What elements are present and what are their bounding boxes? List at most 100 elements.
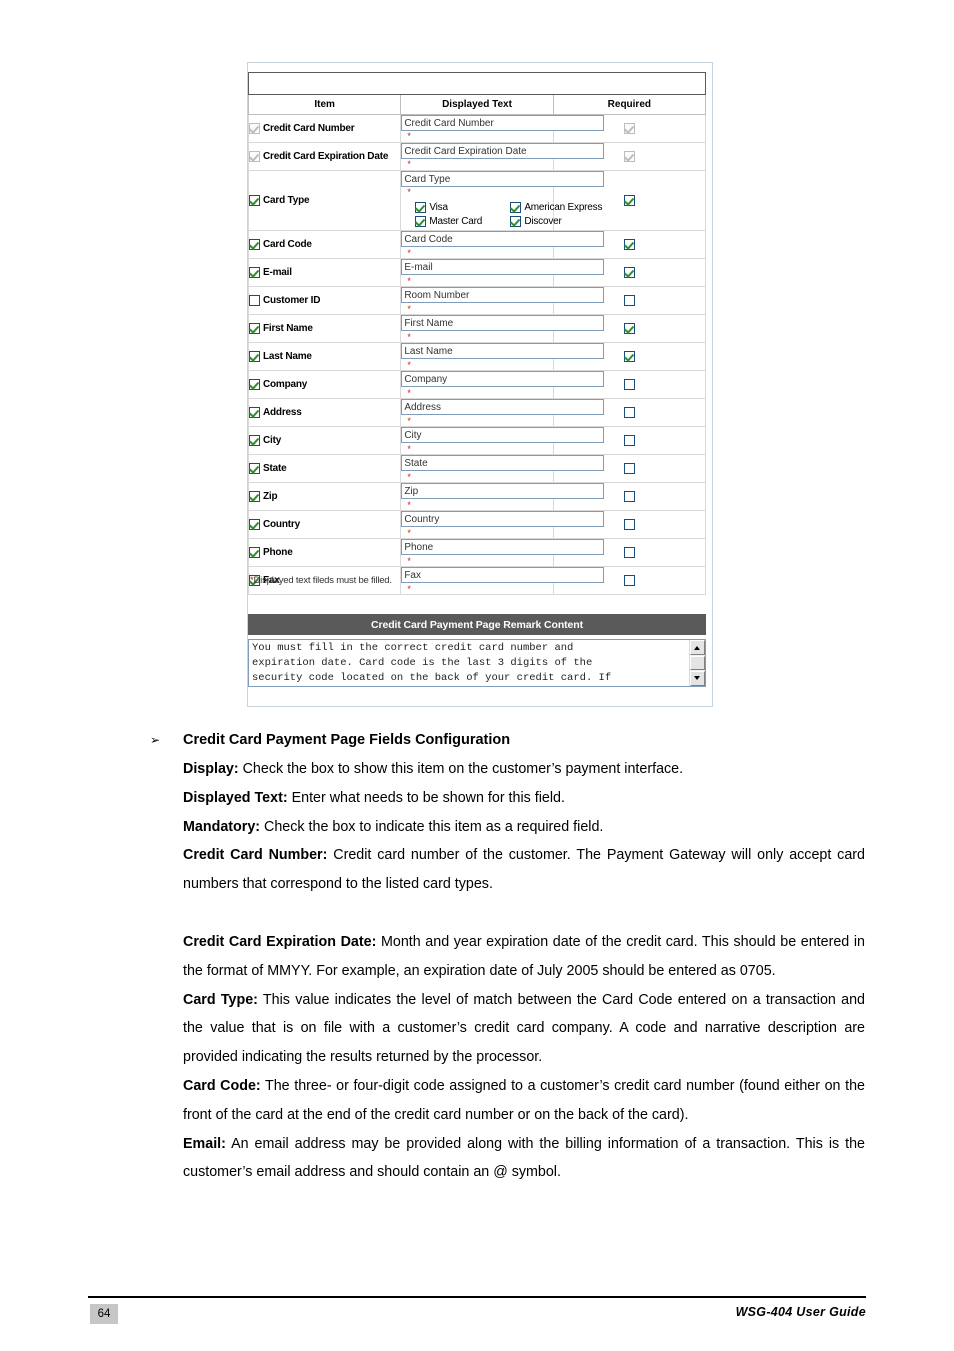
credit-card-fields-table: Credit Card Payment Page Fields Configur… bbox=[247, 72, 707, 596]
required-checkbox-4[interactable] bbox=[623, 267, 635, 279]
item-label: Credit Card Number bbox=[263, 122, 355, 134]
item-cell: First Name bbox=[247, 314, 402, 344]
displayed-text-cell: E-mail* bbox=[400, 258, 605, 288]
displayed-text-cell: Card Code* bbox=[400, 230, 605, 260]
displayed-text-cell: First Name* bbox=[400, 314, 605, 344]
item-cell: Last Name bbox=[247, 342, 402, 372]
paragraph: Displayed Text: Enter what needs to be s… bbox=[183, 784, 865, 813]
displayed-text-input-0[interactable]: Credit Card Number bbox=[401, 115, 605, 131]
embedded-screenshot-panel: Credit Card Payment Page Fields Configur… bbox=[247, 62, 713, 707]
required-checkbox-5[interactable] bbox=[623, 295, 635, 307]
display-checkbox-2[interactable] bbox=[249, 195, 260, 207]
display-checkbox-12[interactable] bbox=[249, 491, 260, 503]
table-row: City City* bbox=[247, 426, 707, 456]
table-row: Company Company* bbox=[247, 370, 707, 400]
column-header-required: Required bbox=[552, 94, 707, 115]
display-checkbox-6[interactable] bbox=[249, 323, 260, 335]
displayed-text-input-5[interactable]: Room Number bbox=[401, 287, 605, 304]
required-asterisk-icon: * bbox=[407, 555, 411, 566]
paragraph-text: Check the box to indicate this item as a… bbox=[260, 818, 604, 835]
required-checkbox-12[interactable] bbox=[623, 491, 635, 503]
scroll-up-arrow-icon[interactable] bbox=[690, 640, 705, 655]
displayed-text-input-12[interactable]: Zip bbox=[401, 483, 605, 500]
displayed-text-input-10[interactable]: City bbox=[401, 427, 605, 444]
item-label: Company bbox=[263, 379, 308, 391]
displayed-text-cell: Company* bbox=[400, 370, 605, 400]
display-checkbox-11[interactable] bbox=[249, 463, 260, 475]
displayed-text-cell: Credit Card Expiration Date* bbox=[400, 142, 605, 171]
displayed-text-input-14[interactable]: Phone bbox=[401, 539, 605, 556]
required-asterisk-icon: * bbox=[407, 131, 411, 142]
paragraph-term: Credit Card Expiration Date: bbox=[183, 933, 377, 950]
required-checkbox-10[interactable] bbox=[623, 435, 635, 447]
card-type-label: American Express bbox=[524, 202, 603, 213]
item-cell: Credit Card Number bbox=[247, 114, 402, 143]
displayed-text-input-7[interactable]: Last Name bbox=[401, 343, 605, 360]
display-checkbox-14[interactable] bbox=[249, 547, 260, 559]
item-label: Customer ID bbox=[263, 295, 321, 307]
field-rows-body: Credit Card Number Credit Card Number* Cre… bbox=[247, 114, 707, 596]
item-label: State bbox=[263, 463, 287, 475]
remark-scrollbar[interactable] bbox=[689, 640, 705, 686]
paragraph: Mandatory: Check the box to indicate thi… bbox=[183, 813, 865, 842]
item-cell: Country bbox=[247, 510, 402, 540]
card-type-checkbox-visa[interactable] bbox=[415, 202, 427, 213]
scroll-down-arrow-icon[interactable] bbox=[690, 671, 705, 686]
required-checkbox-13[interactable] bbox=[623, 519, 635, 531]
required-asterisk-icon: * bbox=[407, 187, 411, 198]
required-checkbox-3[interactable] bbox=[623, 239, 635, 251]
scrollbar-thumb[interactable] bbox=[690, 656, 705, 670]
section-heading: ➢ Credit Card Payment Page Fields Config… bbox=[150, 725, 865, 755]
display-checkbox-7[interactable] bbox=[249, 351, 260, 363]
table-row: Credit Card Expiration Date Credit Card E… bbox=[247, 142, 707, 171]
remark-textarea[interactable]: You must fill in the correct credit card… bbox=[248, 639, 706, 687]
required-asterisk-icon: * bbox=[407, 415, 411, 426]
display-checkbox-10[interactable] bbox=[249, 435, 260, 447]
card-type-label: Master Card bbox=[429, 216, 483, 228]
required-checkbox-15[interactable] bbox=[623, 575, 635, 587]
item-label: Country bbox=[263, 519, 300, 531]
displayed-text-input-9[interactable]: Address bbox=[401, 399, 605, 416]
guide-title: WSG-404 User Guide bbox=[735, 1305, 866, 1319]
required-checkbox-14[interactable] bbox=[623, 547, 635, 559]
required-checkbox-7[interactable] bbox=[623, 351, 635, 363]
footer-divider bbox=[88, 1296, 866, 1298]
item-cell: Phone bbox=[247, 538, 402, 568]
required-checkbox-6[interactable] bbox=[623, 323, 635, 335]
displayed-text-input-1[interactable]: Credit Card Expiration Date bbox=[401, 143, 605, 159]
display-checkbox-8[interactable] bbox=[249, 379, 260, 391]
displayed-text-input-15[interactable]: Fax bbox=[401, 567, 605, 584]
displayed-text-input-13[interactable]: Country bbox=[401, 511, 605, 528]
displayed-text-input-8[interactable]: Company bbox=[401, 371, 605, 388]
paragraph-term: Card Type: bbox=[183, 991, 258, 1008]
card-type-option: Master Card bbox=[415, 216, 510, 228]
table-row: Card Type Card Type* Visa American Express M… bbox=[247, 169, 707, 232]
card-type-checkbox-american-express[interactable] bbox=[510, 202, 522, 213]
required-checkbox-8[interactable] bbox=[623, 379, 635, 391]
paragraph-text: Enter what needs to be shown for this fi… bbox=[287, 789, 565, 806]
required-asterisk-icon: * bbox=[407, 247, 411, 258]
display-checkbox-9[interactable] bbox=[249, 407, 260, 419]
required-checkbox-2[interactable] bbox=[623, 195, 635, 207]
display-checkbox-3[interactable] bbox=[249, 239, 260, 251]
required-checkbox-11[interactable] bbox=[623, 463, 635, 475]
card-type-option: American Express bbox=[510, 202, 602, 213]
required-asterisk-icon: * bbox=[407, 443, 411, 454]
required-checkbox-9[interactable] bbox=[623, 407, 635, 419]
displayed-text-input-4[interactable]: E-mail bbox=[401, 259, 605, 276]
card-type-label: Discover bbox=[524, 216, 562, 228]
paragraph-term: Mandatory: bbox=[183, 818, 261, 835]
displayed-text-input-6[interactable]: First Name bbox=[401, 315, 605, 332]
table-row: Zip Zip* bbox=[247, 482, 707, 512]
card-type-checkbox-master-card[interactable] bbox=[415, 216, 427, 228]
displayed-text-input-2[interactable]: Card Type bbox=[401, 171, 605, 187]
displayed-text-input-3[interactable]: Card Code bbox=[401, 231, 605, 248]
table-row: State State* bbox=[247, 454, 707, 484]
card-type-checkbox-discover[interactable] bbox=[510, 216, 522, 228]
display-checkbox-13[interactable] bbox=[249, 519, 260, 531]
item-label: Zip bbox=[263, 491, 278, 503]
displayed-text-input-11[interactable]: State bbox=[401, 455, 605, 472]
display-checkbox-4[interactable] bbox=[249, 267, 260, 279]
display-checkbox-5[interactable] bbox=[249, 295, 260, 307]
